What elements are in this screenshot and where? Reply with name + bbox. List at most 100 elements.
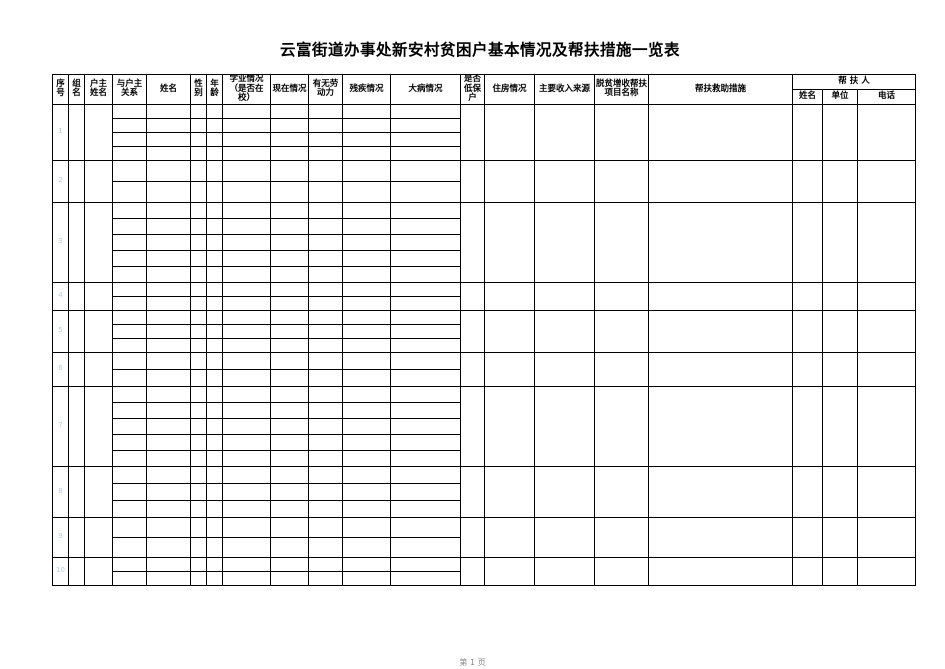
cell-member-detail[interactable] [112,516,147,538]
cell-low-income[interactable] [460,351,485,387]
cell-member-detail[interactable] [146,465,191,484]
cell-member-detail[interactable] [146,131,191,147]
cell-member-detail[interactable] [112,482,147,501]
cell-member-detail[interactable] [342,433,391,451]
cell-low-income[interactable] [460,159,485,203]
cell-measures[interactable] [648,465,793,518]
cell-member-detail[interactable] [342,499,391,518]
cell-member-detail[interactable] [342,159,391,182]
cell-member-detail[interactable] [270,337,309,353]
cell-member-detail[interactable] [112,281,147,297]
cell-member-detail[interactable] [270,368,309,387]
cell-member-detail[interactable] [270,516,309,538]
cell-member-detail[interactable] [222,103,271,119]
cell-member-detail[interactable] [342,281,391,297]
cell-member-detail[interactable] [222,323,271,339]
cell-member-detail[interactable] [390,180,461,203]
cell-householder-name[interactable] [84,309,113,353]
cell-member-detail[interactable] [222,499,271,518]
cell-member-detail[interactable] [222,401,271,419]
cell-member-detail[interactable] [390,217,461,235]
cell-member-detail[interactable] [206,351,223,370]
cell-member-detail[interactable] [112,401,147,419]
cell-measures[interactable] [648,159,793,203]
cell-group-name[interactable] [68,201,85,283]
cell-group-name[interactable] [68,465,85,518]
cell-member-detail[interactable] [308,145,343,161]
cell-low-income[interactable] [460,385,485,467]
cell-member-detail[interactable] [342,401,391,419]
cell-member-detail[interactable] [206,103,223,119]
cell-member-detail[interactable] [270,281,309,297]
cell-member-detail[interactable] [308,401,343,419]
cell-member-detail[interactable] [390,465,461,484]
cell-member-detail[interactable] [222,337,271,353]
cell-member-detail[interactable] [190,570,207,586]
cell-housing[interactable] [484,103,535,161]
cell-member-detail[interactable] [222,233,271,251]
cell-member-detail[interactable] [146,159,191,182]
cell-member-detail[interactable] [308,131,343,147]
cell-member-detail[interactable] [146,499,191,518]
cell-member-detail[interactable] [390,417,461,435]
cell-member-detail[interactable] [206,401,223,419]
cell-member-detail[interactable] [206,482,223,501]
cell-member-detail[interactable] [390,368,461,387]
cell-member-detail[interactable] [390,385,461,403]
cell-member-detail[interactable] [112,117,147,133]
cell-member-detail[interactable] [308,295,343,311]
cell-householder-name[interactable] [84,351,113,387]
cell-member-detail[interactable] [390,265,461,283]
cell-member-detail[interactable] [270,309,309,325]
cell-householder-name[interactable] [84,201,113,283]
cell-member-detail[interactable] [222,351,271,370]
cell-member-detail[interactable] [222,433,271,451]
cell-member-detail[interactable] [308,201,343,219]
cell-member-detail[interactable] [190,103,207,119]
cell-member-detail[interactable] [390,433,461,451]
cell-member-detail[interactable] [146,536,191,558]
cell-member-detail[interactable] [342,295,391,311]
cell-low-income[interactable] [460,556,485,586]
cell-member-detail[interactable] [308,159,343,182]
cell-member-detail[interactable] [270,117,309,133]
cell-member-detail[interactable] [112,417,147,435]
cell-member-detail[interactable] [222,309,271,325]
cell-member-detail[interactable] [390,201,461,219]
cell-member-detail[interactable] [190,265,207,283]
cell-member-detail[interactable] [390,145,461,161]
cell-member-detail[interactable] [308,249,343,267]
cell-member-detail[interactable] [112,265,147,283]
cell-member-detail[interactable] [112,103,147,119]
cell-member-detail[interactable] [222,281,271,297]
cell-helper-unit[interactable] [822,309,858,353]
cell-member-detail[interactable] [146,337,191,353]
cell-member-detail[interactable] [390,351,461,370]
cell-member-detail[interactable] [390,131,461,147]
cell-project-name[interactable] [594,159,649,203]
cell-member-detail[interactable] [308,351,343,370]
cell-member-detail[interactable] [222,368,271,387]
cell-helper-name[interactable] [792,516,823,558]
cell-member-detail[interactable] [390,482,461,501]
cell-member-detail[interactable] [146,145,191,161]
cell-member-detail[interactable] [308,516,343,538]
cell-member-detail[interactable] [308,385,343,403]
cell-member-detail[interactable] [146,180,191,203]
cell-householder-name[interactable] [84,385,113,467]
cell-project-name[interactable] [594,103,649,161]
cell-member-detail[interactable] [308,417,343,435]
cell-member-detail[interactable] [270,131,309,147]
cell-member-detail[interactable] [190,281,207,297]
cell-member-detail[interactable] [190,145,207,161]
cell-member-detail[interactable] [112,145,147,161]
cell-income-source[interactable] [534,556,595,586]
cell-income-source[interactable] [534,385,595,467]
cell-measures[interactable] [648,351,793,387]
cell-member-detail[interactable] [146,570,191,586]
cell-member-detail[interactable] [308,449,343,467]
cell-member-detail[interactable] [190,233,207,251]
cell-member-detail[interactable] [206,217,223,235]
cell-member-detail[interactable] [270,449,309,467]
cell-group-name[interactable] [68,281,85,311]
